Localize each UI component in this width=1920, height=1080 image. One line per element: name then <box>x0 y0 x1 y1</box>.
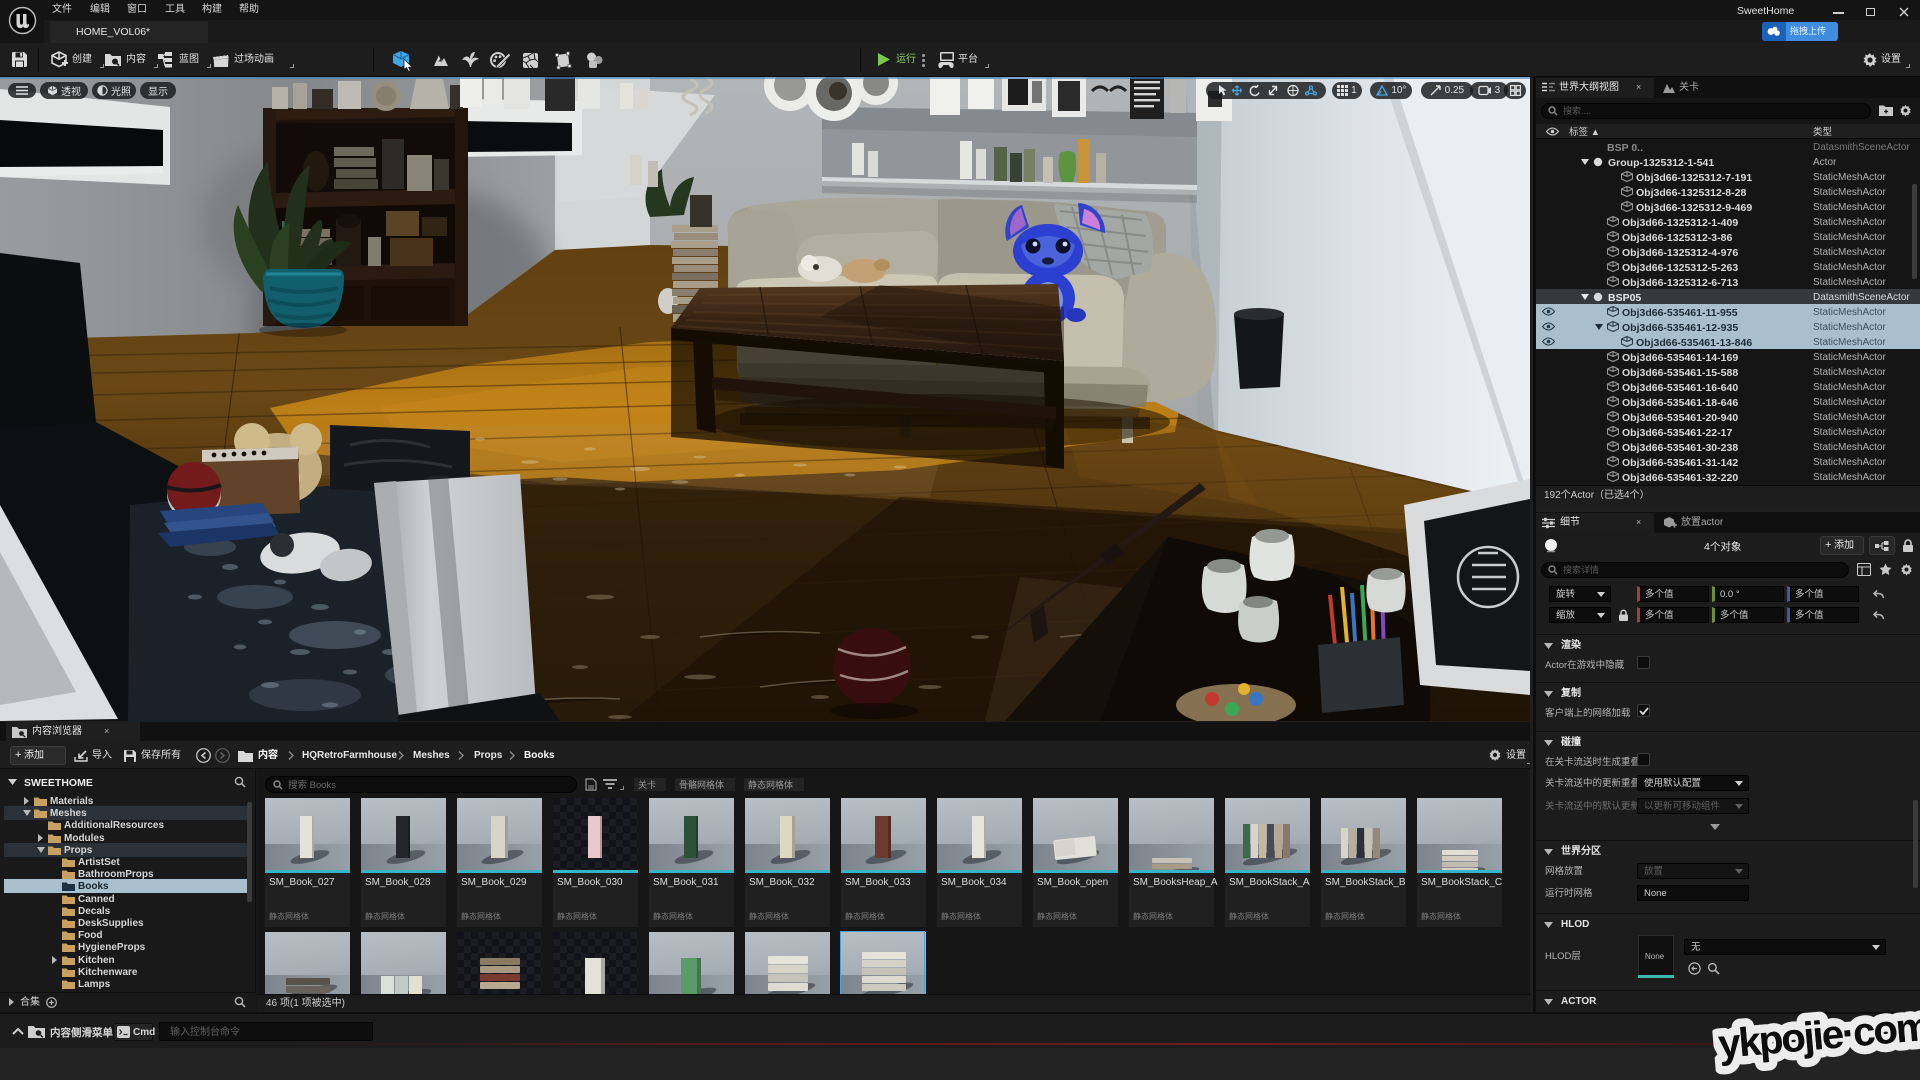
svg-text:ykpojie·com: ykpojie·com <box>1717 1005 1920 1067</box>
